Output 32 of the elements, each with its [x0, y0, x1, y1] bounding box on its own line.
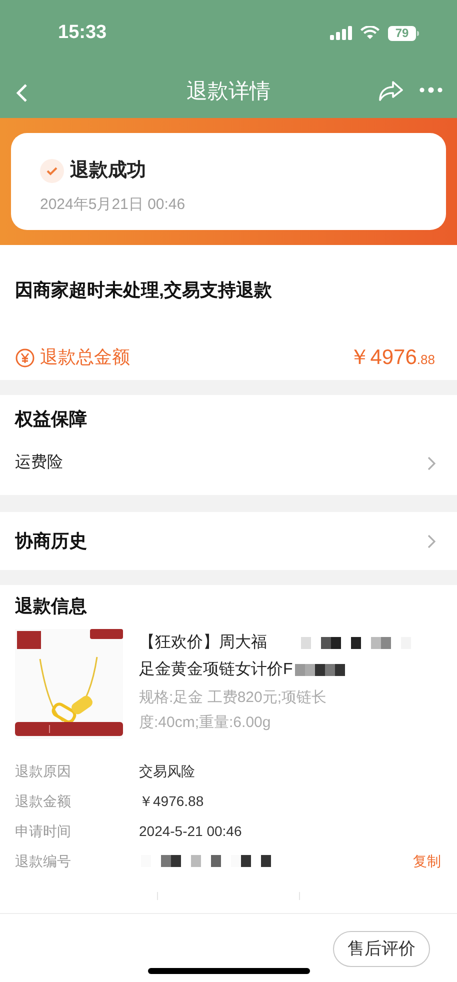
field-value: 交易风险 — [139, 762, 195, 780]
field-label: 申请时间 — [15, 822, 72, 840]
history-row[interactable]: 协商历史 — [0, 512, 457, 570]
status-title: 退款成功 — [70, 158, 146, 183]
status-time: 2024年5月21日 00:46 — [40, 194, 186, 214]
field-label: 退款编号 — [15, 852, 72, 870]
product-spec: 规格:足金 工费820元;项链长度:40cm;重量:6.00g — [139, 688, 328, 733]
field-label: 退款原因 — [15, 762, 72, 780]
benefit-row[interactable]: 运费险 — [15, 435, 442, 491]
signal-icon — [330, 26, 352, 40]
chevron-right-icon — [427, 534, 436, 548]
chevron-right-icon — [427, 456, 436, 470]
share-icon[interactable] — [378, 80, 404, 102]
after-sale-review-button[interactable]: 售后评价 — [333, 931, 430, 967]
redacted-mosaic — [294, 664, 345, 676]
yuan-icon — [15, 348, 35, 368]
more-icon[interactable] — [419, 87, 443, 93]
section-title: 权益保障 — [15, 408, 88, 431]
field-label: 退款金额 — [15, 792, 72, 810]
wifi-icon — [360, 26, 380, 40]
status-time: 15:33 — [58, 20, 107, 45]
back-icon[interactable] — [16, 83, 28, 103]
page-title: 退款详情 — [186, 79, 270, 106]
battery-icon: 79 — [388, 26, 419, 40]
refund-total-amount: ￥4976.88 — [349, 345, 436, 371]
refund-total-label: 退款总金额 — [40, 346, 130, 370]
product-title: 【狂欢价】周大福 — [139, 632, 267, 652]
product-title: 足金黄金项链女计价F — [139, 660, 293, 680]
section-title: 退款信息 — [15, 595, 88, 618]
field-value: ￥4976.88 — [139, 792, 204, 810]
field-value: 2024-5-21 00:46 — [139, 822, 242, 840]
refund-reason-message: 因商家超时未处理,交易支持退款 — [15, 279, 274, 302]
